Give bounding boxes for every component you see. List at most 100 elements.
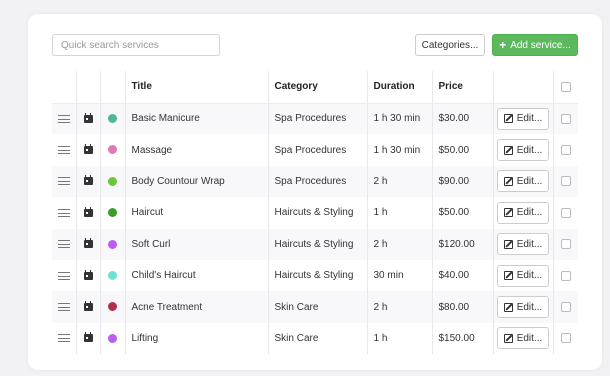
row-color-cell bbox=[100, 134, 126, 166]
row-edit-cell: Edit... bbox=[493, 322, 554, 355]
row-edit-cell: Edit... bbox=[493, 103, 554, 135]
row-select-cell bbox=[553, 103, 578, 134]
row-checkbox[interactable] bbox=[560, 239, 571, 250]
service-duration: 1 h bbox=[367, 197, 433, 229]
row-color-cell bbox=[100, 228, 126, 260]
plus-icon: + bbox=[499, 38, 507, 52]
row-color-cell bbox=[100, 197, 126, 229]
header-handle bbox=[52, 71, 77, 104]
row-handle-cell[interactable] bbox=[52, 165, 77, 198]
drag-handle-icon[interactable] bbox=[57, 177, 70, 186]
service-title: Child's Haircut bbox=[125, 259, 269, 292]
row-edit-cell: Edit... bbox=[493, 197, 554, 229]
row-handle-cell[interactable] bbox=[52, 134, 77, 166]
header-title[interactable]: Title bbox=[125, 71, 269, 104]
edit-icon bbox=[503, 114, 513, 124]
row-color-cell bbox=[100, 259, 126, 292]
edit-icon bbox=[503, 302, 513, 312]
table-row: Body Countour Wrap Spa Procedures 2 h $90.0… bbox=[52, 165, 578, 198]
row-edit-cell: Edit... bbox=[493, 228, 554, 260]
row-calendar-cell bbox=[76, 165, 101, 198]
row-handle-cell[interactable] bbox=[52, 228, 77, 260]
edit-button[interactable]: Edit... bbox=[497, 107, 549, 130]
edit-label: Edit... bbox=[516, 207, 543, 219]
row-checkbox[interactable] bbox=[560, 301, 571, 312]
service-price: $90.00 bbox=[432, 165, 494, 198]
color-dot bbox=[108, 114, 117, 124]
categories-button[interactable]: Categories... bbox=[415, 34, 485, 56]
drag-handle-icon[interactable] bbox=[57, 145, 70, 154]
edit-button[interactable]: Edit... bbox=[497, 233, 549, 256]
edit-label: Edit... bbox=[516, 301, 543, 313]
edit-button[interactable]: Edit... bbox=[497, 170, 549, 193]
row-checkbox[interactable] bbox=[560, 176, 571, 187]
edit-button[interactable]: Edit... bbox=[497, 139, 549, 162]
add-service-button[interactable]: + Add service... bbox=[492, 34, 578, 56]
row-handle-cell[interactable] bbox=[52, 103, 77, 135]
row-select-cell bbox=[553, 166, 578, 197]
row-handle-cell[interactable] bbox=[52, 322, 77, 355]
row-checkbox[interactable] bbox=[560, 113, 571, 124]
row-calendar-cell bbox=[76, 228, 101, 260]
drag-handle-icon[interactable] bbox=[57, 271, 70, 280]
row-checkbox[interactable] bbox=[560, 144, 571, 155]
drag-handle-icon[interactable] bbox=[57, 240, 70, 249]
color-dot bbox=[108, 145, 117, 155]
edit-label: Edit... bbox=[516, 332, 543, 344]
color-dot bbox=[108, 271, 117, 280]
row-color-cell bbox=[100, 165, 126, 198]
edit-button[interactable]: Edit... bbox=[497, 264, 549, 287]
service-category: Spa Procedures bbox=[268, 165, 368, 198]
drag-handle-icon[interactable] bbox=[57, 334, 70, 343]
drag-handle-icon[interactable] bbox=[57, 208, 70, 217]
service-price: $120.00 bbox=[432, 228, 494, 260]
edit-button[interactable]: Edit... bbox=[497, 327, 549, 350]
table-row: Child's Haircut Haircuts & Styling 30 min $… bbox=[52, 259, 578, 292]
service-category: Skin Care bbox=[268, 291, 368, 323]
row-select-cell bbox=[553, 260, 578, 291]
service-duration: 2 h bbox=[367, 291, 433, 323]
row-color-cell bbox=[100, 103, 126, 135]
row-calendar-cell bbox=[76, 259, 101, 292]
header-category[interactable]: Category bbox=[268, 71, 368, 104]
row-select-cell bbox=[553, 291, 578, 322]
edit-label: Edit... bbox=[516, 144, 543, 156]
row-handle-cell[interactable] bbox=[52, 291, 77, 323]
service-price: $150.00 bbox=[432, 322, 494, 355]
edit-icon bbox=[503, 145, 513, 155]
header-edit bbox=[493, 71, 554, 104]
service-duration: 2 h bbox=[367, 165, 433, 198]
calendar-icon bbox=[83, 300, 93, 311]
add-service-label: Add service... bbox=[510, 39, 571, 51]
color-dot bbox=[108, 333, 117, 343]
edit-button[interactable]: Edit... bbox=[497, 296, 549, 319]
service-title: Haircut bbox=[125, 197, 269, 229]
row-handle-cell[interactable] bbox=[52, 259, 77, 292]
service-title: Acne Treatment bbox=[125, 291, 269, 323]
edit-button[interactable]: Edit... bbox=[497, 201, 549, 224]
service-price: $50.00 bbox=[432, 197, 494, 229]
search-input[interactable] bbox=[52, 34, 220, 56]
service-title: Lifting bbox=[125, 322, 269, 355]
calendar-icon bbox=[83, 112, 93, 123]
edit-label: Edit... bbox=[516, 238, 543, 250]
header-select-all bbox=[553, 71, 578, 104]
drag-handle-icon[interactable] bbox=[57, 114, 70, 123]
row-checkbox[interactable] bbox=[560, 207, 571, 218]
header-price[interactable]: Price bbox=[432, 71, 494, 104]
table-row: Lifting Skin Care 1 h $150.00 Edit... bbox=[52, 322, 578, 355]
edit-label: Edit... bbox=[516, 175, 543, 187]
drag-handle-icon[interactable] bbox=[57, 302, 70, 311]
row-edit-cell: Edit... bbox=[493, 134, 554, 166]
service-title: Massage bbox=[125, 134, 269, 166]
row-checkbox[interactable] bbox=[560, 333, 571, 344]
service-price: $30.00 bbox=[432, 103, 494, 135]
service-category: Haircuts & Styling bbox=[268, 259, 368, 292]
header-duration[interactable]: Duration bbox=[367, 71, 433, 104]
row-select-cell bbox=[553, 229, 578, 260]
row-checkbox[interactable] bbox=[560, 270, 571, 281]
table-row: Soft Curl Haircuts & Styling 2 h $120.00 Edi… bbox=[52, 228, 578, 260]
row-handle-cell[interactable] bbox=[52, 197, 77, 229]
calendar-icon bbox=[83, 238, 93, 249]
select-all-checkbox[interactable] bbox=[560, 81, 571, 92]
